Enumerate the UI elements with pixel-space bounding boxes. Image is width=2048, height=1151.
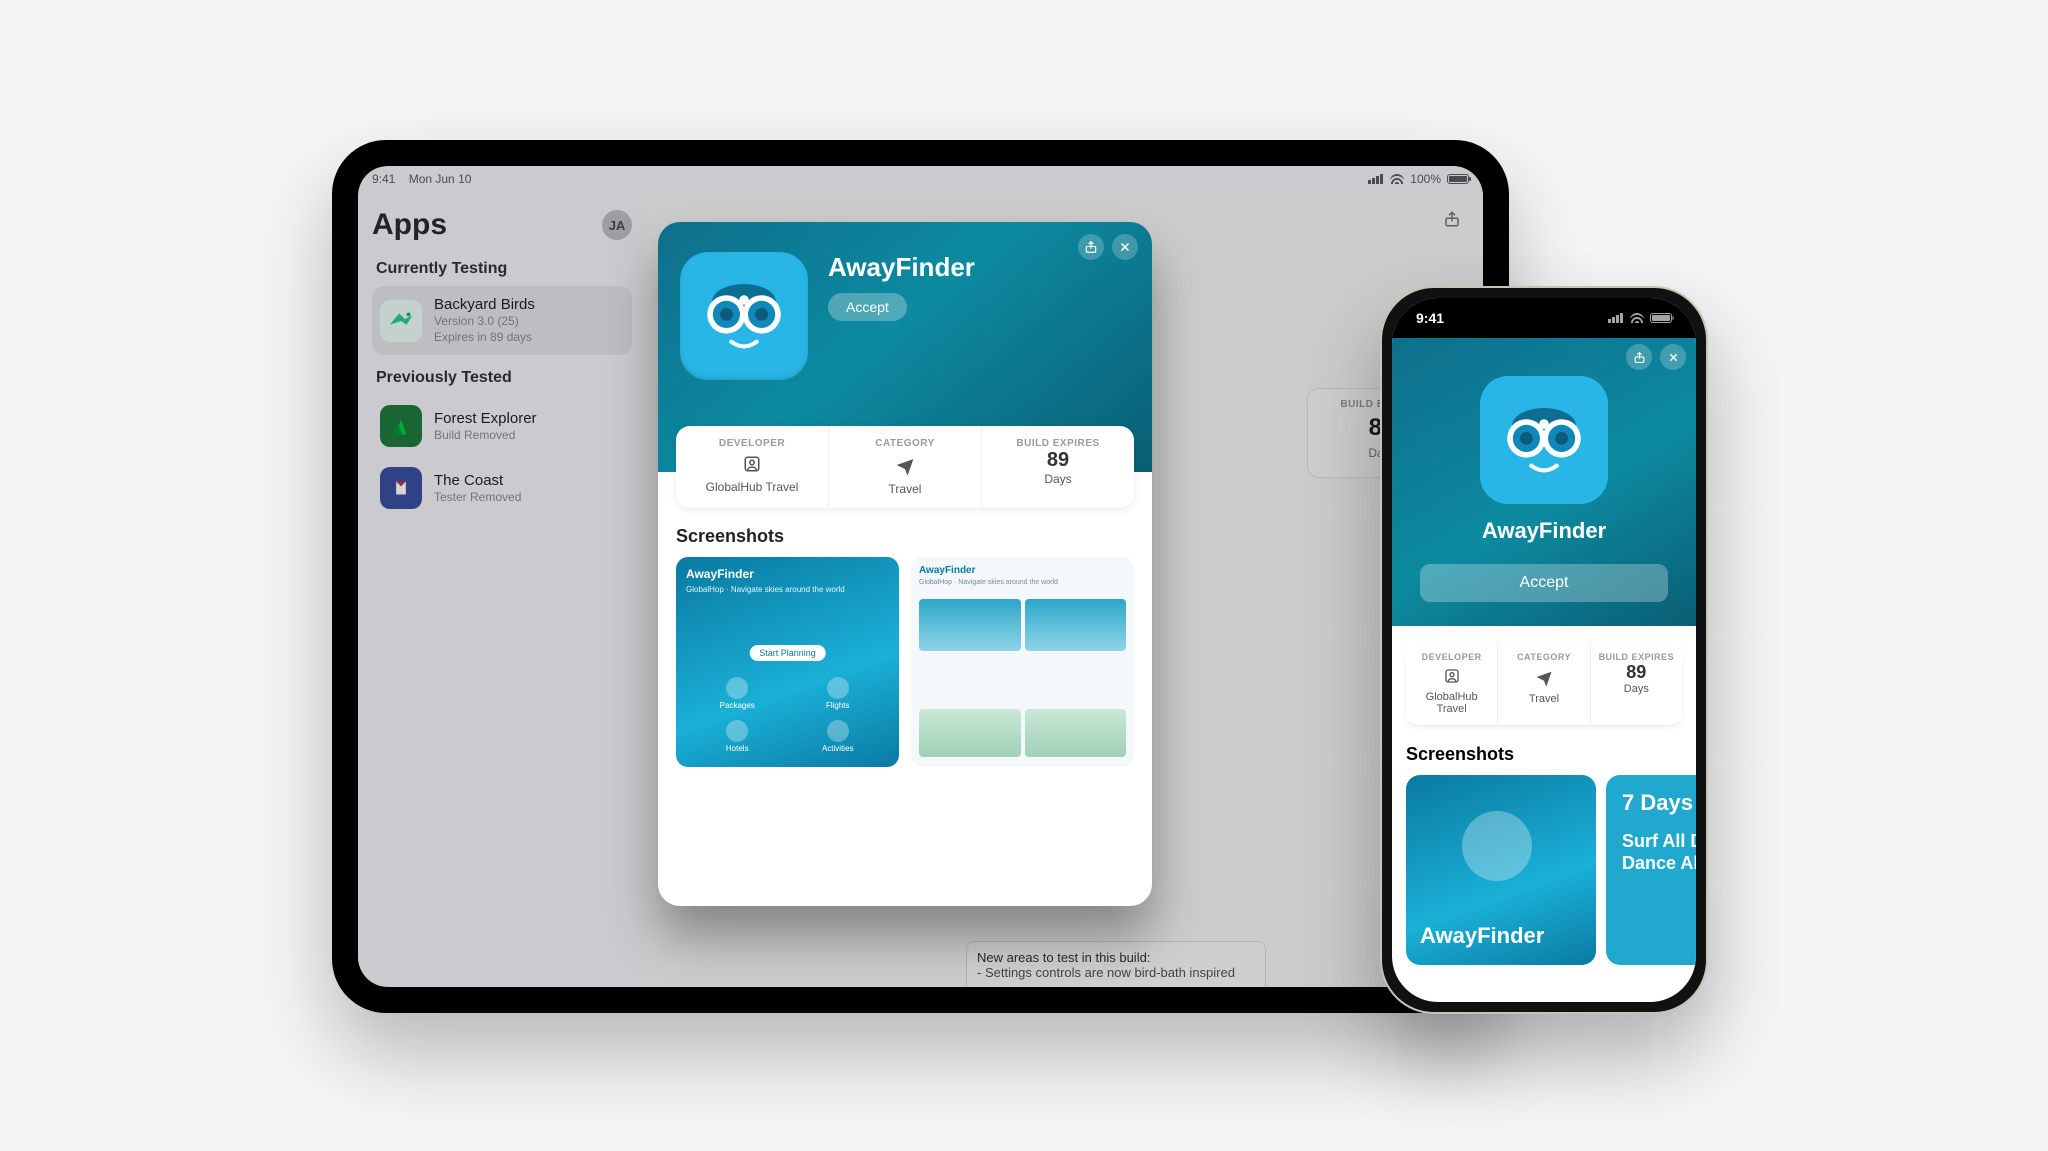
battery-icon: [1650, 313, 1672, 323]
shot2-title: AwayFinder: [919, 565, 976, 576]
iphone-status-bar: 9:41: [1392, 298, 1696, 338]
info-category: CATEGORY Travel: [1497, 642, 1589, 725]
shot2-title: 7 Days in Bali: [1622, 791, 1696, 815]
accept-button[interactable]: Accept: [1420, 564, 1668, 602]
shot2-sub: Surf All Day and Dance All Night: [1622, 831, 1696, 874]
info-label: DEVELOPER: [682, 438, 822, 449]
screenshot-1[interactable]: AwayFinder: [1406, 775, 1596, 965]
iphone-device: 9:41: [1380, 286, 1708, 1014]
info-developer: DEVELOPER GlobalHub Travel: [1406, 642, 1497, 725]
screenshot-2[interactable]: AwayFinder GlobalHop · Navigate skies ar…: [911, 557, 1134, 767]
screenshot-2[interactable]: 7 Days in Bali Surf All Day and Dance Al…: [1606, 775, 1696, 965]
info-value: Days: [1595, 683, 1678, 695]
screenshots-heading: Screenshots: [1406, 744, 1682, 765]
info-bar: DEVELOPER GlobalHub Travel CATEGORY Trav…: [1406, 642, 1682, 726]
screenshots-row[interactable]: AwayFinder GlobalHop · Navigate skies ar…: [658, 557, 1152, 787]
share-icon[interactable]: [1626, 344, 1652, 370]
app-icon-awayfinder: [1480, 376, 1608, 504]
signal-icon: [1608, 313, 1624, 323]
shot1-tile: Packages: [692, 677, 783, 710]
app-name: AwayFinder: [1406, 518, 1682, 544]
shot1-title: AwayFinder: [686, 567, 754, 581]
ipad-device: 9:41 Mon Jun 10 100% Apps JA Currently T…: [332, 140, 1509, 1013]
person-icon: [682, 455, 822, 478]
screenshots-heading: Screenshots: [676, 526, 1134, 547]
share-icon[interactable]: [1078, 234, 1104, 260]
screenshots-row[interactable]: AwayFinder 7 Days in Bali Surf All Day a…: [1392, 775, 1696, 965]
info-label: BUILD EXPIRES: [1595, 652, 1678, 662]
info-value: GlobalHub Travel: [682, 480, 822, 494]
app-name: AwayFinder: [828, 252, 975, 283]
shot1-tile: Hotels: [692, 720, 783, 753]
info-category: CATEGORY Travel: [828, 426, 981, 508]
app-icon-awayfinder: [680, 252, 808, 380]
shot2-subtitle: GlobalHop · Navigate skies around the wo…: [919, 579, 1058, 586]
shot1-subtitle: GlobalHop · Navigate skies around the wo…: [686, 585, 845, 594]
shot1-cta: Start Planning: [749, 645, 826, 661]
info-label: CATEGORY: [835, 438, 975, 449]
accept-button[interactable]: Accept: [828, 293, 907, 321]
shot1-tile: Activities: [793, 720, 884, 753]
binoculars-icon: [1462, 811, 1532, 881]
iphone-screen: 9:41: [1392, 298, 1696, 1002]
info-developer: DEVELOPER GlobalHub Travel: [676, 426, 828, 508]
info-expires: BUILD EXPIRES 89 Days: [981, 426, 1134, 508]
info-value: GlobalHub Travel: [1410, 691, 1493, 715]
iphone-hero: AwayFinder Accept: [1392, 338, 1696, 626]
wifi-icon: [1630, 313, 1644, 323]
shot1-brand: AwayFinder: [1420, 923, 1544, 949]
plane-icon: [1502, 668, 1585, 691]
info-value: Days: [988, 472, 1128, 486]
info-value-number: 89: [1595, 662, 1678, 683]
info-value-number: 89: [988, 449, 1128, 472]
screenshot-1[interactable]: AwayFinder GlobalHop · Navigate skies ar…: [676, 557, 899, 767]
info-expires: BUILD EXPIRES 89 Days: [1590, 642, 1682, 725]
close-icon[interactable]: [1660, 344, 1686, 370]
person-icon: [1410, 668, 1493, 689]
info-label: DEVELOPER: [1410, 652, 1493, 662]
app-invite-modal: AwayFinder Accept DEVELOPER GlobalHub Tr…: [658, 222, 1152, 906]
status-time: 9:41: [1416, 310, 1444, 326]
info-label: BUILD EXPIRES: [988, 438, 1128, 449]
info-value: Travel: [1502, 693, 1585, 705]
plane-icon: [835, 455, 975, 480]
close-icon[interactable]: [1112, 234, 1138, 260]
shot1-tile: Flights: [793, 677, 884, 710]
info-label: CATEGORY: [1502, 652, 1585, 662]
ipad-screen: 9:41 Mon Jun 10 100% Apps JA Currently T…: [358, 166, 1483, 987]
info-value: Travel: [835, 482, 975, 496]
info-bar: DEVELOPER GlobalHub Travel CATEGORY Trav…: [676, 426, 1134, 508]
